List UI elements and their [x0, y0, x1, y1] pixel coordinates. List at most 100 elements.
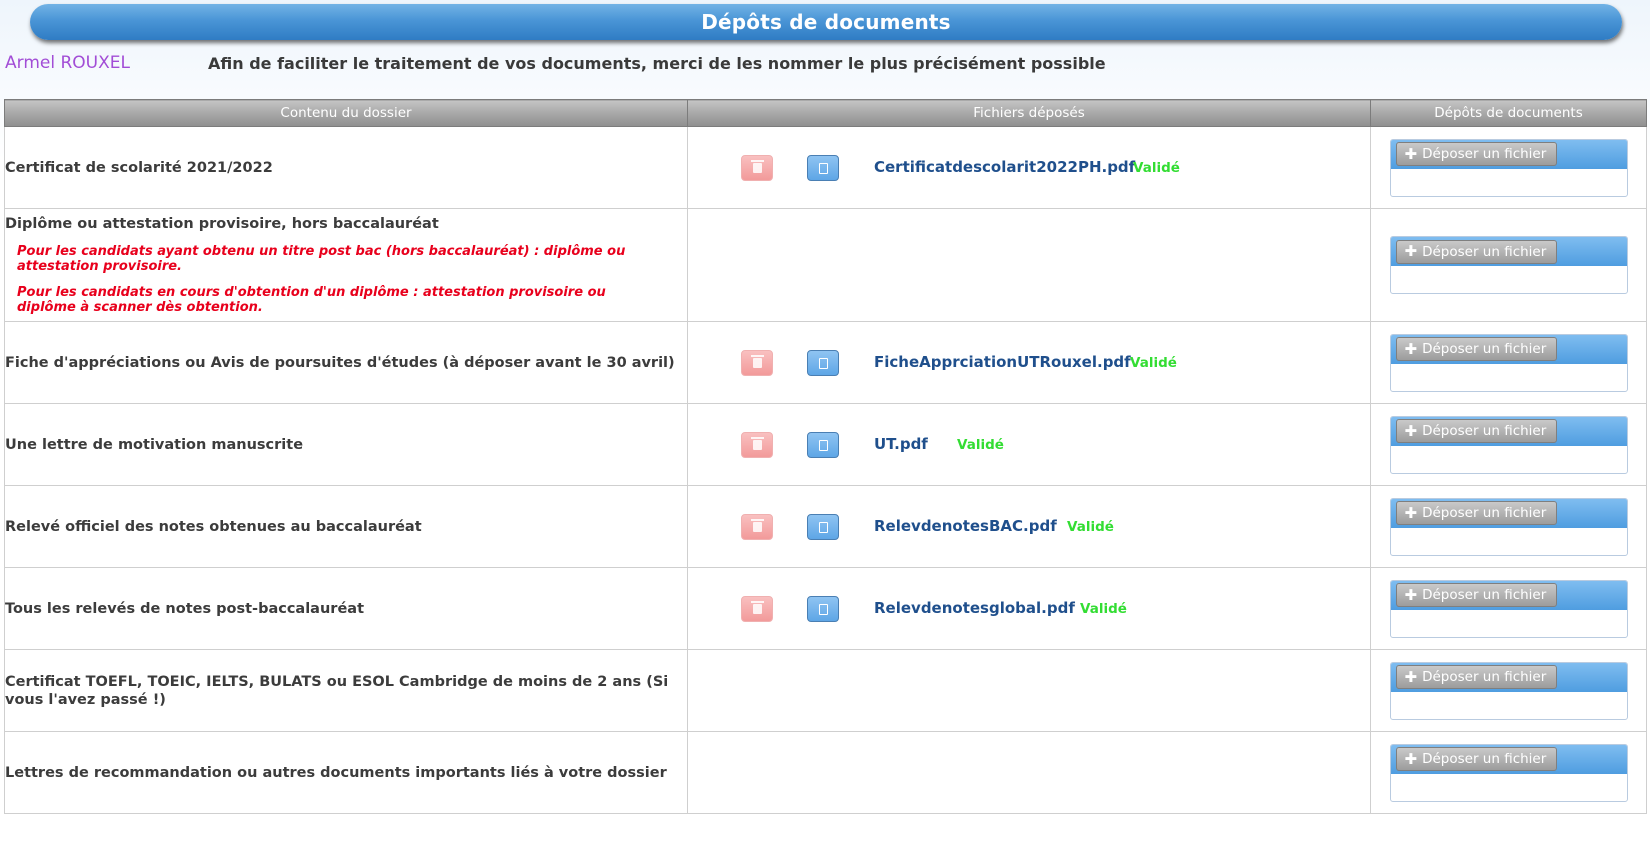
- upload-cell: ✚ Déposer un fichier: [1370, 403, 1647, 486]
- column-header-files: Fichiers déposés: [687, 99, 1371, 127]
- delete-file-button[interactable]: [741, 155, 773, 181]
- status-badge: Validé: [1067, 519, 1114, 535]
- upload-panel: ✚ Déposer un fichier: [1389, 743, 1628, 802]
- plus-icon: ✚: [1404, 667, 1418, 686]
- file-link[interactable]: RelevdenotesBAC.pdf: [874, 517, 1057, 535]
- upload-panel: ✚ Déposer un fichier: [1389, 661, 1628, 720]
- upload-file-button[interactable]: ✚ Déposer un fichier: [1395, 239, 1558, 264]
- table-row: Lettres de recommandation ou autres docu…: [4, 731, 1647, 814]
- upload-cell: ✚ Déposer un fichier: [1370, 567, 1647, 650]
- table-row: Une lettre de motivation manuscrite UT.p…: [4, 403, 1647, 486]
- file-cell: FicheApprciationUTRouxel.pdf Validé: [687, 321, 1371, 404]
- page-banner: Dépôts de documents: [30, 4, 1622, 40]
- upload-cell: ✚ Déposer un fichier: [1370, 649, 1647, 732]
- document-note: Pour les candidats ayant obtenu un titre…: [17, 243, 626, 275]
- upload-file-label: Déposer un fichier: [1422, 243, 1547, 260]
- plus-icon: ✚: [1404, 749, 1418, 768]
- upload-file-button[interactable]: ✚ Déposer un fichier: [1395, 419, 1558, 443]
- trash-icon: [750, 160, 764, 173]
- upload-file-button[interactable]: ✚ Déposer un fichier: [1395, 501, 1558, 525]
- delete-file-button[interactable]: [741, 514, 773, 540]
- table-row: Fiche d'appréciations ou Avis de poursui…: [4, 321, 1647, 404]
- documents-table: Contenu du dossier Fichiers déposés Dépô…: [4, 99, 1647, 814]
- upload-panel: ✚ Déposer un fichier: [1389, 236, 1628, 294]
- file-cell: [687, 208, 1371, 322]
- document-label-cell: Diplôme ou attestation provisoire, hors …: [4, 208, 688, 322]
- delete-file-button[interactable]: [741, 350, 773, 376]
- document-label: Certificat TOEFL, TOEIC, IELTS, BULATS o…: [4, 649, 688, 732]
- file-icon: [818, 439, 828, 451]
- document-label: Certificat de scolarité 2021/2022: [4, 126, 688, 209]
- file-link[interactable]: FicheApprciationUTRouxel.pdf: [874, 353, 1131, 371]
- document-label: Diplôme ou attestation provisoire, hors …: [5, 215, 439, 232]
- file-cell: Relevdenotesglobal.pdf Validé: [687, 567, 1371, 650]
- trash-icon: [750, 355, 764, 368]
- plus-icon: ✚: [1404, 339, 1418, 358]
- file-icon: [818, 603, 828, 615]
- delete-file-button[interactable]: [741, 432, 773, 458]
- file-cell: [687, 649, 1371, 732]
- view-file-button[interactable]: [807, 596, 839, 622]
- document-label: Tous les relevés de notes post-baccalaur…: [4, 567, 688, 650]
- trash-icon: [750, 519, 764, 532]
- table-row: Certificat de scolarité 2021/2022 Certif…: [4, 126, 1647, 209]
- upload-panel: ✚ Déposer un fichier: [1389, 333, 1628, 392]
- document-label: Lettres de recommandation ou autres docu…: [4, 731, 688, 814]
- file-cell: Certificatdescolarit2022PH.pdf Validé: [687, 126, 1371, 209]
- trash-icon: [750, 601, 764, 614]
- upload-file-button[interactable]: ✚ Déposer un fichier: [1395, 142, 1558, 166]
- upload-cell: ✚ Déposer un fichier: [1370, 485, 1647, 568]
- view-file-button[interactable]: [807, 155, 839, 181]
- file-link[interactable]: Certificatdescolarit2022PH.pdf: [874, 158, 1135, 176]
- column-header-uploads: Dépôts de documents: [1370, 99, 1647, 127]
- document-note: Pour les candidats en cours d'obtention …: [17, 284, 606, 316]
- file-cell: UT.pdf Validé: [687, 403, 1371, 486]
- table-row: Relevé officiel des notes obtenues au ba…: [4, 485, 1647, 568]
- upload-panel: ✚ Déposer un fichier: [1389, 415, 1628, 474]
- upload-file-label: Déposer un fichier: [1422, 341, 1547, 357]
- document-label: Fiche d'appréciations ou Avis de poursui…: [4, 321, 688, 404]
- view-file-button[interactable]: [807, 514, 839, 540]
- document-label: Une lettre de motivation manuscrite: [4, 403, 688, 486]
- column-header-content: Contenu du dossier: [4, 99, 688, 127]
- intro-text: Afin de faciliter le traitement de vos d…: [208, 54, 1106, 73]
- plus-icon: ✚: [1404, 144, 1418, 163]
- delete-file-button[interactable]: [741, 596, 773, 622]
- upload-file-button[interactable]: ✚ Déposer un fichier: [1395, 747, 1558, 771]
- document-label: Relevé officiel des notes obtenues au ba…: [4, 485, 688, 568]
- table-row: Diplôme ou attestation provisoire, hors …: [4, 208, 1647, 322]
- upload-panel: ✚ Déposer un fichier: [1389, 579, 1628, 638]
- trash-icon: [750, 437, 764, 450]
- file-link[interactable]: Relevdenotesglobal.pdf: [874, 599, 1075, 617]
- view-file-button[interactable]: [807, 350, 839, 376]
- upload-file-label: Déposer un fichier: [1422, 751, 1547, 767]
- upload-file-label: Déposer un fichier: [1422, 505, 1547, 521]
- user-name: Armel ROUXEL: [5, 53, 130, 73]
- upload-file-label: Déposer un fichier: [1422, 669, 1547, 685]
- status-badge: Validé: [1080, 601, 1127, 617]
- status-badge: Validé: [1133, 160, 1180, 176]
- table-header-row: Contenu du dossier Fichiers déposés Dépô…: [4, 99, 1647, 127]
- upload-file-label: Déposer un fichier: [1422, 423, 1547, 439]
- upload-cell: ✚ Déposer un fichier: [1370, 321, 1647, 404]
- view-file-button[interactable]: [807, 432, 839, 458]
- upload-panel: ✚ Déposer un fichier: [1389, 497, 1628, 556]
- file-icon: [818, 521, 828, 533]
- plus-icon: ✚: [1404, 503, 1418, 522]
- file-link[interactable]: UT.pdf: [874, 435, 928, 453]
- upload-file-button[interactable]: ✚ Déposer un fichier: [1395, 583, 1558, 607]
- table-row: Tous les relevés de notes post-baccalaur…: [4, 567, 1647, 650]
- file-icon: [818, 162, 828, 174]
- file-cell: RelevdenotesBAC.pdf Validé: [687, 485, 1371, 568]
- file-cell: [687, 731, 1371, 814]
- file-icon: [818, 357, 828, 369]
- page-title: Dépôts de documents: [701, 10, 951, 34]
- plus-icon: ✚: [1404, 242, 1418, 260]
- status-badge: Validé: [957, 437, 1004, 453]
- upload-file-label: Déposer un fichier: [1422, 146, 1547, 162]
- plus-icon: ✚: [1404, 585, 1418, 604]
- upload-file-button[interactable]: ✚ Déposer un fichier: [1395, 337, 1558, 361]
- upload-file-button[interactable]: ✚ Déposer un fichier: [1395, 665, 1558, 689]
- upload-cell: ✚ Déposer un fichier: [1370, 731, 1647, 814]
- upload-cell: ✚ Déposer un fichier: [1370, 126, 1647, 209]
